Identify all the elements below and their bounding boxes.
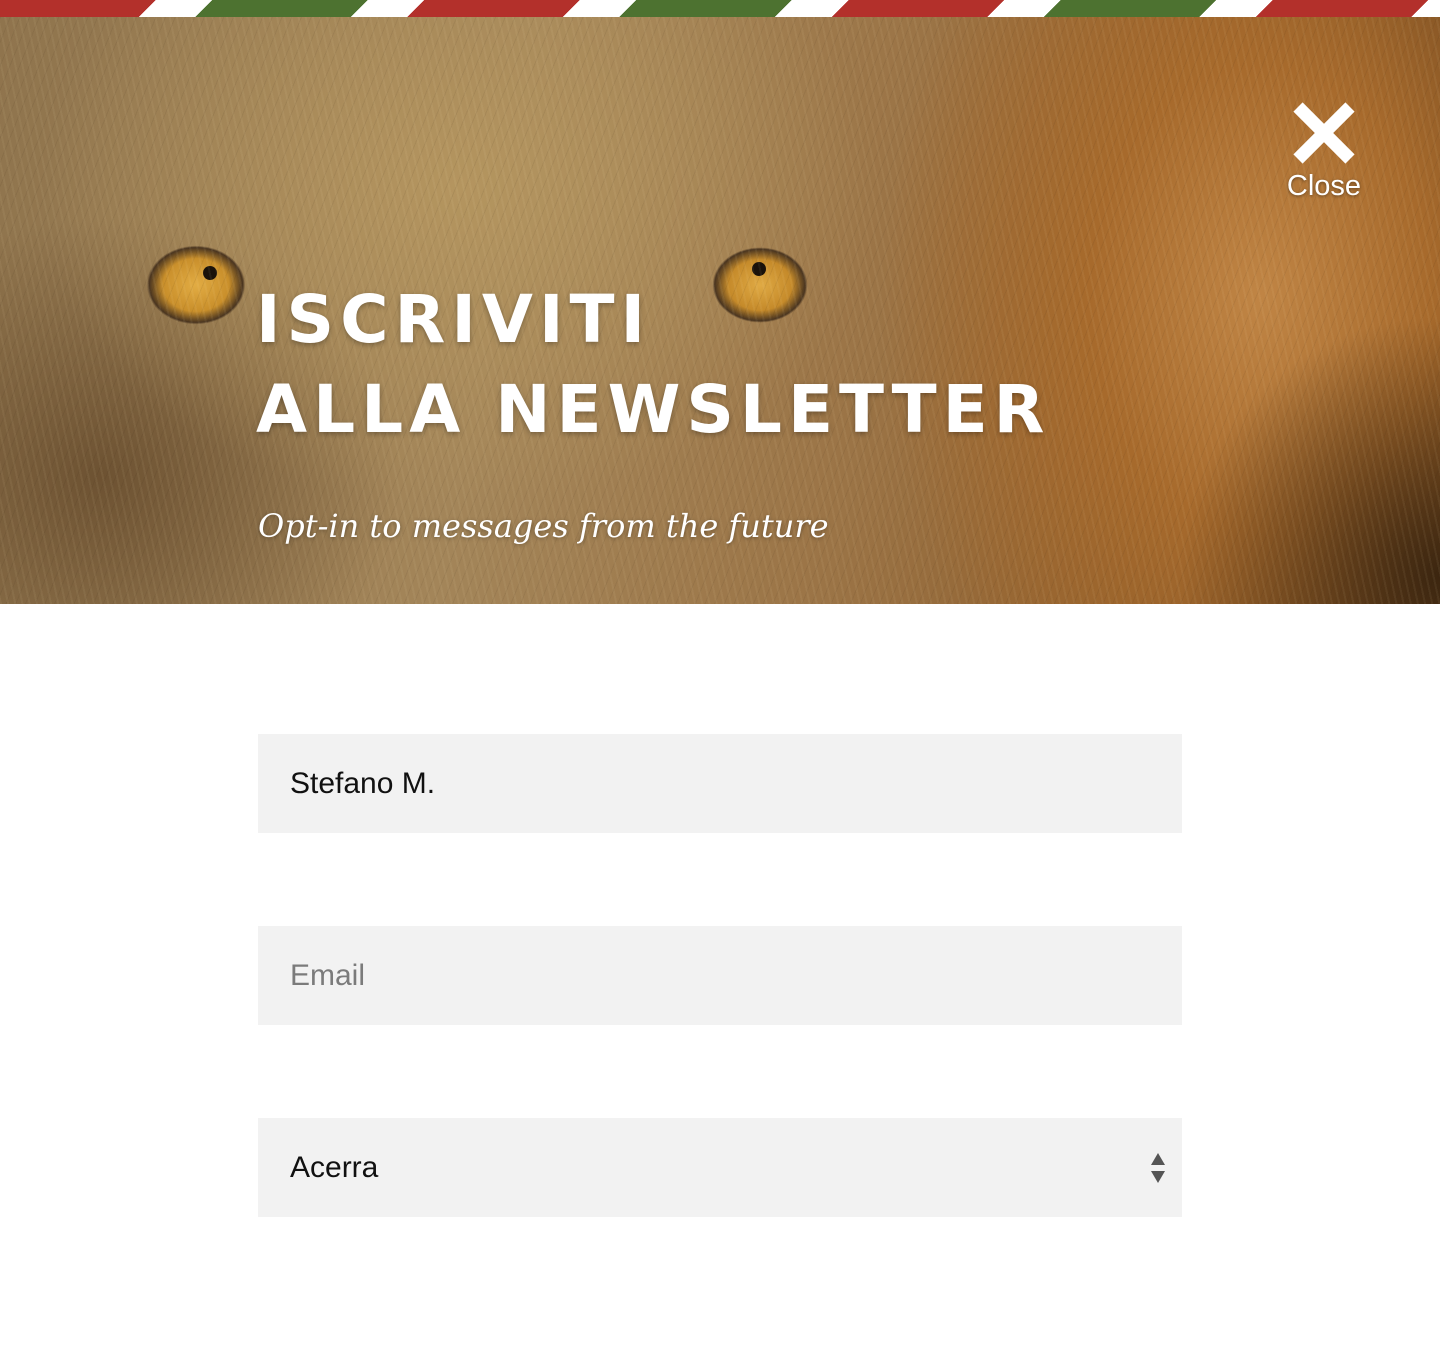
close-label: Close xyxy=(1286,170,1362,202)
airmail-stripe xyxy=(0,0,1440,17)
page-title-line-1: ISCRIVITI xyxy=(256,281,652,358)
page-title-line-2: ALLA NEWSLETTER xyxy=(256,371,1051,448)
city-select[interactable]: Acerra xyxy=(258,1118,1182,1217)
close-icon xyxy=(1293,102,1355,164)
close-button[interactable]: Close xyxy=(1272,97,1376,205)
newsletter-form: Acerra xyxy=(258,734,1182,1217)
city-select-value: Acerra xyxy=(290,1151,379,1184)
hero-banner: Close ISCRIVITI ALLA NEWSLETTER Opt-in t… xyxy=(0,17,1440,604)
lion-eye-left xyxy=(203,266,217,280)
lion-eye-right xyxy=(752,262,766,276)
page-subtitle: Opt-in to messages from the future xyxy=(258,507,829,545)
email-field[interactable] xyxy=(258,926,1182,1025)
name-field[interactable] xyxy=(258,734,1182,833)
page-title: ISCRIVITI ALLA NEWSLETTER xyxy=(256,275,1051,455)
select-arrows-icon xyxy=(1151,1153,1165,1183)
